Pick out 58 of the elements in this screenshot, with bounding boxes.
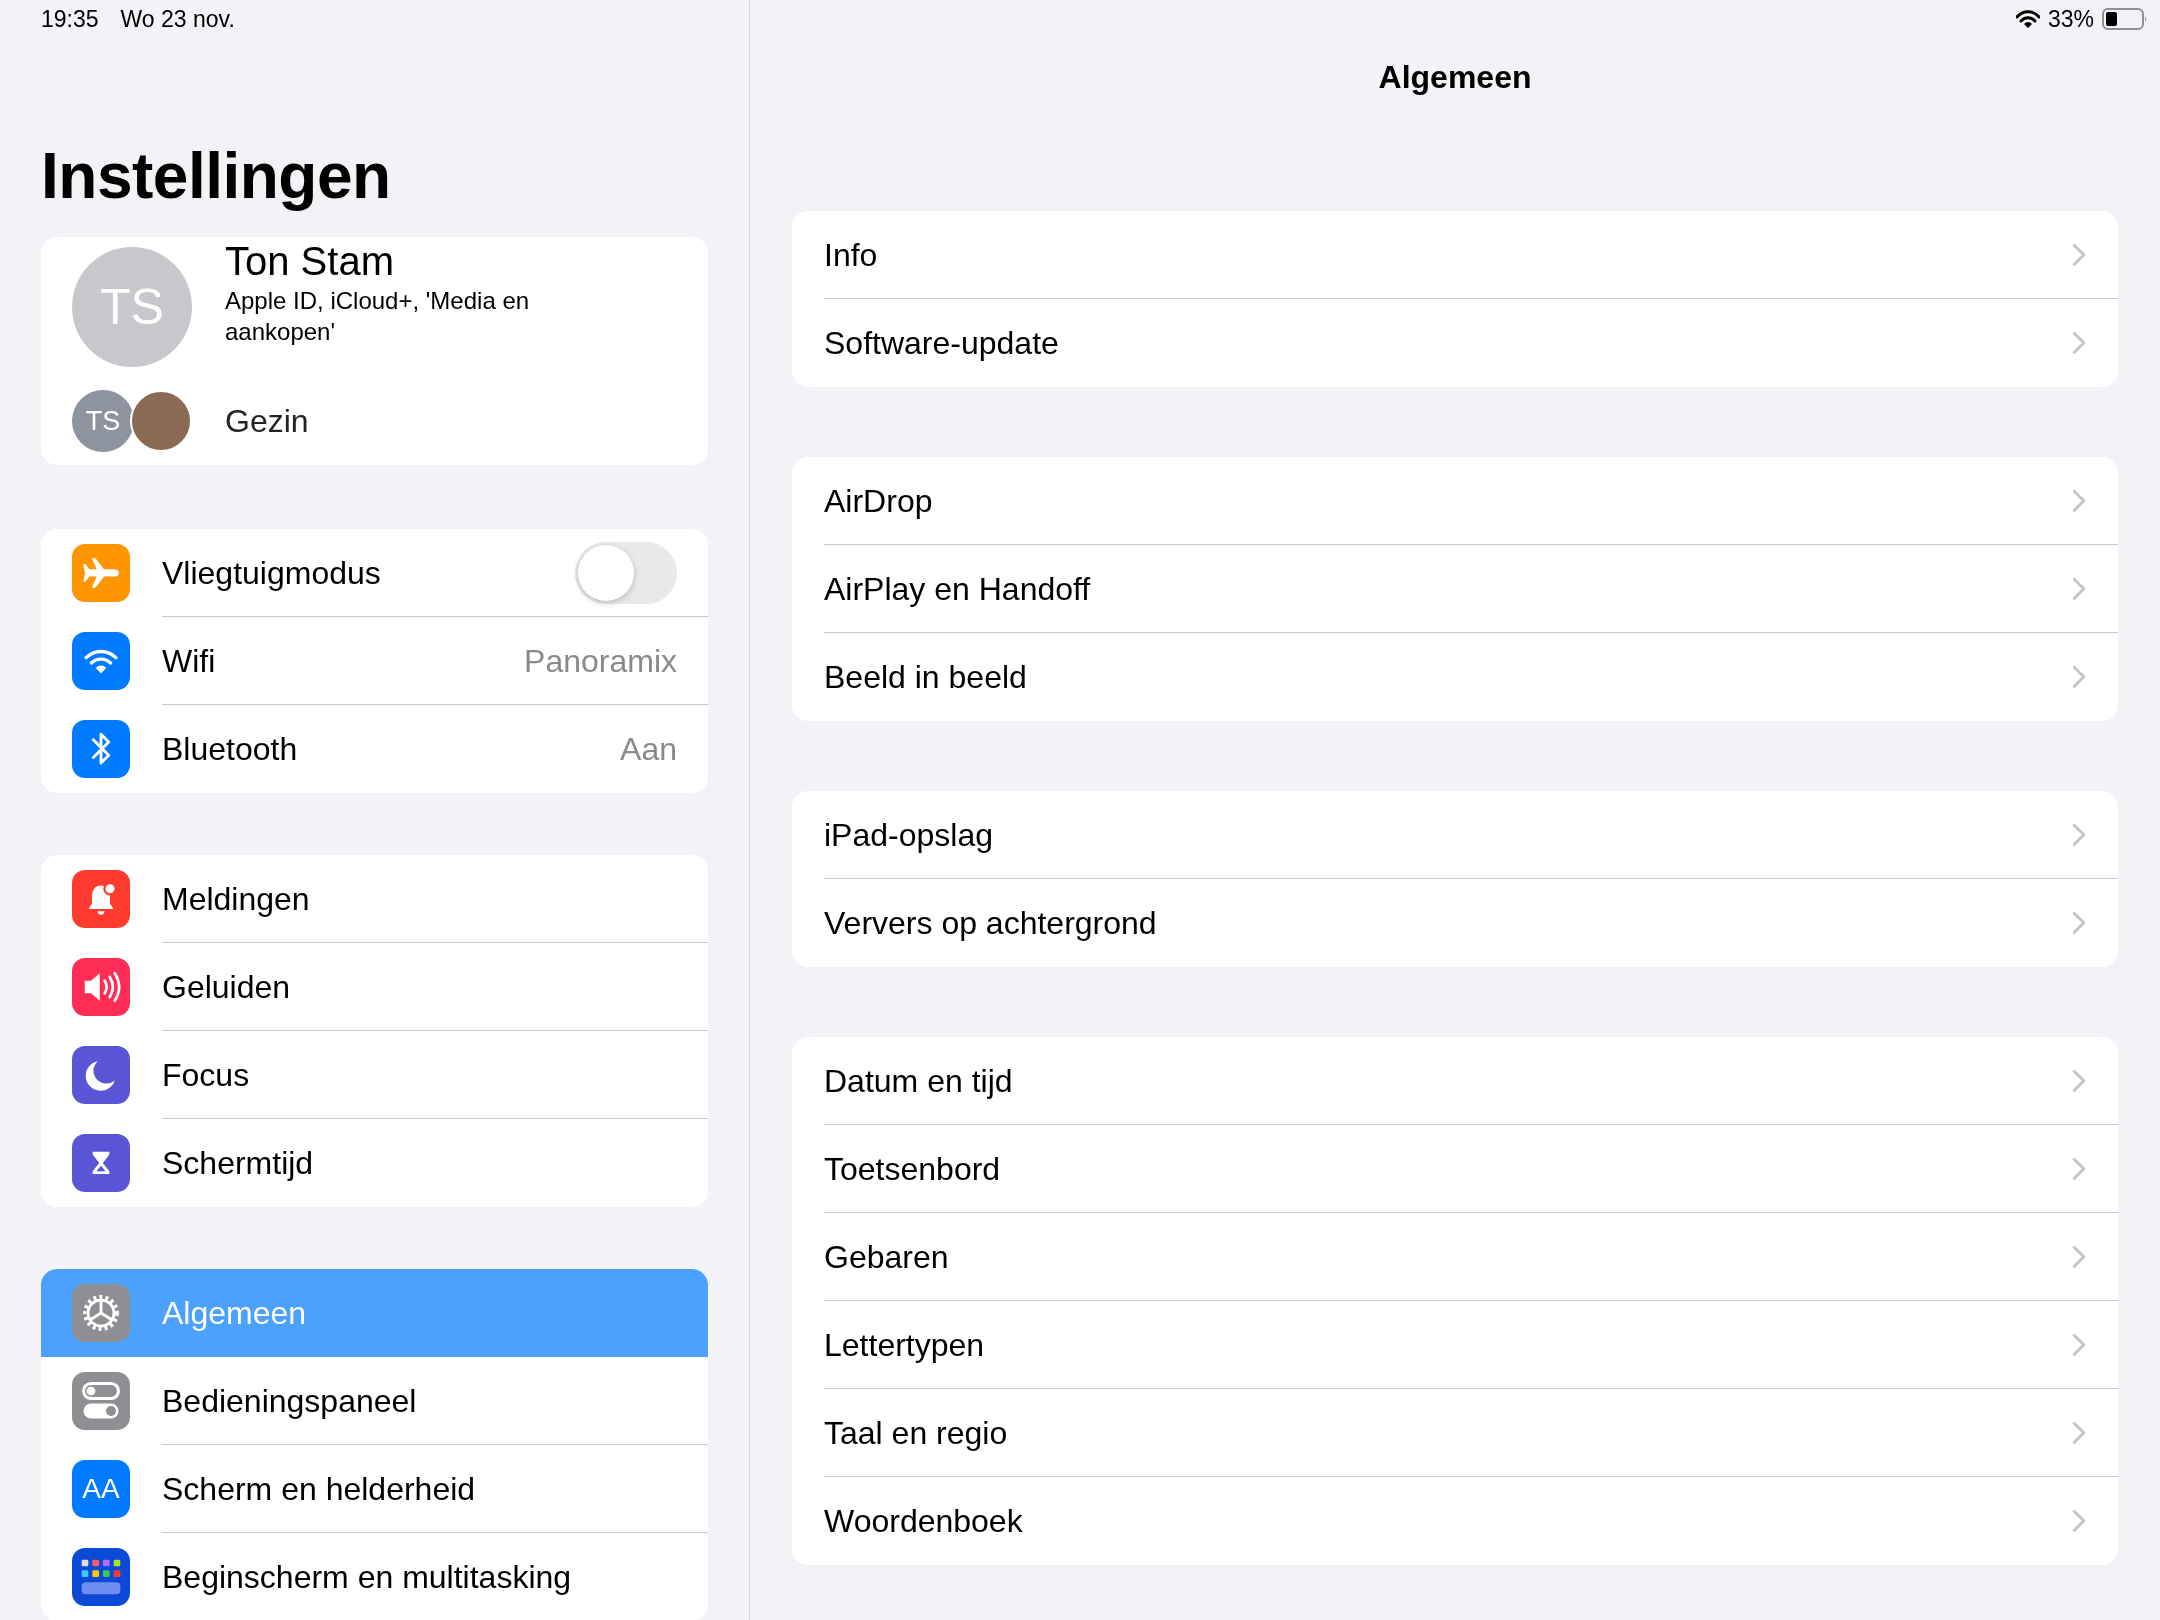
settings-item[interactable]: Info [792,211,2118,299]
account-name[interactable]: Ton Stam [225,237,530,285]
battery-icon [2102,8,2148,30]
chevron-icon [2072,1156,2086,1181]
chevron-icon [2072,1332,2086,1357]
pane-title: Algemeen [1377,58,1533,97]
status-time: 19:35 [41,4,99,34]
status-date: Wo 23 nov. [120,4,235,34]
chevron-icon [2072,1068,2086,1093]
settings-item[interactable]: AirDrop [792,457,2118,545]
settings-item[interactable]: Focus [41,1031,708,1119]
chevron-icon [2072,331,2086,355]
settings-item[interactable]: Lettertypen [792,1301,2118,1389]
setting-value: Aan [620,730,677,769]
chevron-icon [2072,576,2086,601]
wifi-status-icon [2015,9,2040,29]
chevron-icon [2072,665,2086,689]
wifi-icon [84,647,118,675]
settings-item[interactable]: Toetsenbord [792,1125,2118,1213]
settings-item[interactable]: Vliegtuigmodus [41,529,708,617]
battery-percentage: 33% [2047,4,2094,34]
settings-item[interactable]: Bluetooth Aan [41,705,708,793]
settings-item[interactable]: iPad-opslag [792,791,2118,879]
airplane-mode-switch[interactable] [575,541,677,604]
moon-icon [85,1059,117,1091]
settings-item[interactable]: Software-update [792,299,2118,387]
settings-item[interactable]: Bedieningspaneel [41,1357,708,1445]
settings-item[interactable]: Datum en tijd [792,1037,2118,1125]
chevron-icon [2072,1509,2086,1533]
avatar-initials: TS [72,247,192,367]
settings-item[interactable]: AirPlay en Handoff [792,545,2118,633]
chevron-icon [2072,1420,2086,1445]
family-avatar: TS [72,390,134,452]
settings-item[interactable]: Beeld in beeld [792,633,2118,721]
settings-item[interactable]: Beginscherm en multitasking [41,1533,708,1620]
settings-item[interactable]: Wifi Panoramix [41,617,708,705]
settings-item[interactable]: AA Scherm en helderheid [41,1445,708,1533]
settings-item[interactable]: Schermtijd [41,1119,708,1207]
chevron-icon [2072,488,2086,513]
page-title: Instellingen [41,139,392,214]
chevron-icon [2072,242,2086,267]
switches-icon [81,1381,121,1421]
settings-item[interactable]: Woordenboek [792,1477,2118,1565]
account-subtitle: Apple ID, iCloud+, 'Media en aankopen' [225,286,530,347]
chevron-icon [2072,822,2086,847]
chevron-icon [2072,911,2086,935]
app-grid-icon [79,1557,123,1597]
text-size-icon: AA [72,1460,130,1518]
bluetooth-icon [90,731,112,767]
setting-value: Panoramix [524,641,677,681]
settings-item[interactable]: Meldingen [41,855,708,943]
chevron-icon [2072,1244,2086,1269]
settings-item[interactable]: Ververs op achtergrond [792,879,2118,967]
settings-item[interactable]: Gebaren [792,1213,2118,1301]
settings-item[interactable]: Geluiden [41,943,708,1031]
settings-item[interactable]: Taal en regio [792,1389,2118,1477]
family-link[interactable]: Gezin [225,397,309,445]
airplane-icon [82,557,120,589]
